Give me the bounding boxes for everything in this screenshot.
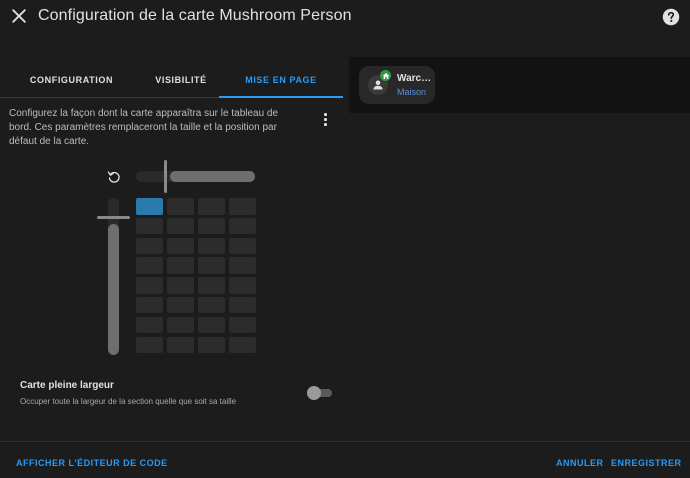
grid-cell[interactable] — [167, 316, 194, 334]
full-width-subtitle: Occuper toute la largeur de la section q… — [20, 397, 237, 406]
grid-cell[interactable] — [167, 237, 194, 255]
grid-cell[interactable] — [198, 257, 225, 274]
grid-cell[interactable] — [136, 296, 163, 314]
grid-cell[interactable] — [198, 336, 225, 354]
dots-vertical-icon[interactable] — [318, 111, 332, 127]
grid-cell[interactable] — [198, 277, 225, 294]
width-slider-range — [170, 171, 255, 182]
dialog-title: Configuration de la carte Mushroom Perso… — [38, 7, 352, 24]
grid-cell[interactable] — [229, 237, 256, 255]
full-width-toggle[interactable] — [306, 386, 332, 400]
grid-cell[interactable] — [229, 296, 256, 314]
tab-visibility[interactable]: VISIBILITÉ — [143, 64, 219, 98]
layout-description: Configurez la façon dont la carte appara… — [9, 108, 279, 147]
grid-cell[interactable] — [229, 316, 256, 334]
help-icon[interactable] — [662, 8, 680, 26]
grid-cell[interactable] — [167, 257, 194, 274]
grid-cell[interactable] — [167, 336, 194, 354]
grid-cell[interactable] — [167, 277, 194, 294]
grid-cell[interactable] — [198, 237, 225, 255]
tab-bar: CONFIGURATION VISIBILITÉ MISE EN PAGE — [0, 64, 343, 98]
grid-cell[interactable] — [198, 296, 225, 314]
full-width-title: Carte pleine largeur — [20, 380, 114, 391]
tab-layout[interactable]: MISE EN PAGE — [219, 64, 343, 98]
card-config-dialog: Configuration de la carte Mushroom Perso… — [0, 0, 690, 478]
grid-cell[interactable] — [136, 217, 163, 235]
person-name: Warc… — [397, 73, 432, 84]
save-button[interactable]: ENREGISTRER — [611, 458, 682, 468]
grid-cell[interactable] — [229, 198, 256, 215]
home-icon — [382, 72, 389, 79]
grid-cell[interactable] — [198, 198, 225, 215]
show-code-editor-button[interactable]: AFFICHER L'ÉDITEUR DE CODE — [16, 458, 168, 468]
account-icon — [373, 80, 383, 90]
active-tab-indicator — [219, 96, 343, 98]
grid-cell-selected[interactable] — [136, 198, 163, 215]
layout-grid — [136, 198, 256, 356]
grid-cell[interactable] — [136, 277, 163, 294]
grid-cell[interactable] — [136, 316, 163, 334]
toggle-thumb — [307, 386, 321, 400]
grid-cell[interactable] — [198, 316, 225, 334]
cancel-button[interactable]: ANNULER — [556, 458, 604, 468]
grid-cell[interactable] — [167, 198, 194, 215]
width-slider-handle[interactable] — [164, 160, 167, 193]
footer-divider — [0, 441, 690, 442]
grid-cell[interactable] — [229, 336, 256, 354]
height-slider-handle[interactable] — [97, 216, 130, 219]
grid-cell[interactable] — [167, 296, 194, 314]
height-slider-range — [108, 224, 119, 355]
reset-icon[interactable] — [106, 169, 122, 185]
close-icon[interactable] — [9, 6, 29, 26]
grid-cell[interactable] — [198, 217, 225, 235]
grid-cell[interactable] — [136, 257, 163, 274]
grid-cell[interactable] — [229, 257, 256, 274]
person-state: Maison — [397, 87, 427, 97]
home-badge — [380, 70, 391, 81]
grid-cell[interactable] — [136, 336, 163, 354]
grid-cell[interactable] — [136, 237, 163, 255]
tab-configuration[interactable]: CONFIGURATION — [0, 64, 143, 98]
grid-cell[interactable] — [229, 217, 256, 235]
person-card[interactable]: Warc… Maison — [359, 66, 435, 104]
dialog-header: Configuration de la carte Mushroom Perso… — [0, 0, 690, 34]
grid-cell[interactable] — [229, 277, 256, 294]
grid-cell[interactable] — [167, 217, 194, 235]
